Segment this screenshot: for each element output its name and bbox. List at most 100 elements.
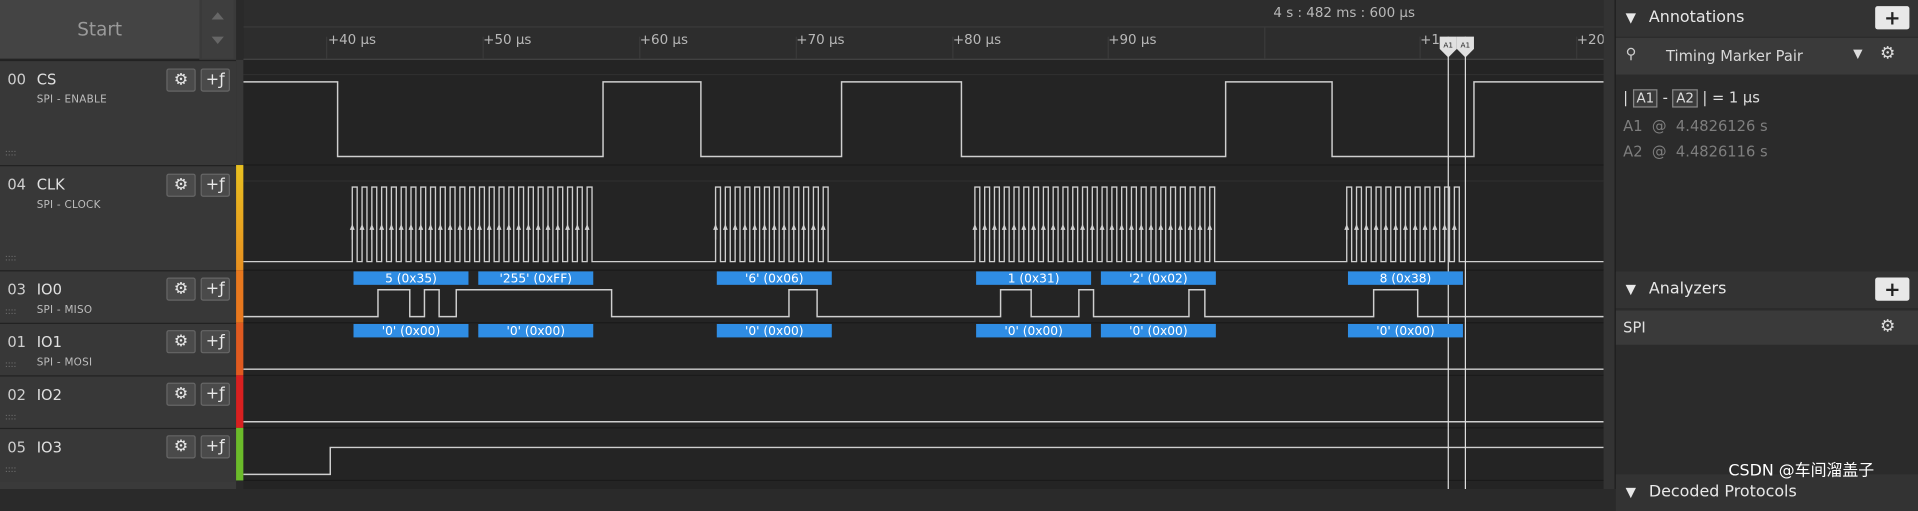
clk-rising-edge-arrow	[359, 223, 365, 230]
clk-rising-edge-arrow	[467, 223, 473, 230]
clk-rising-edge-arrow	[418, 223, 424, 230]
gear-icon[interactable]: ⚙	[166, 330, 196, 354]
channel-name: IO2	[36, 386, 62, 404]
waveform-view[interactable]: 4 s : 482 ms : 600 µs +40 µs +50 µs +60 …	[243, 0, 1605, 489]
clk-rising-edge-arrow	[1344, 223, 1350, 230]
clk-rising-edge-arrow	[713, 223, 719, 230]
miso-decode-label: '255' (0xFF)	[499, 271, 572, 285]
marker-a2-box: A2	[1672, 89, 1698, 108]
clk-rising-edge-arrow	[1031, 223, 1037, 230]
start-button[interactable]: Start	[0, 0, 200, 60]
drag-handle-icon[interactable]: ::::	[5, 413, 27, 422]
scroll-down-icon	[211, 36, 224, 45]
trigger-edge-icon[interactable]: +ƒ	[200, 173, 230, 197]
clk-rising-edge-arrow	[752, 223, 758, 230]
channel-number: 02	[7, 386, 27, 404]
clk-rising-edge-arrow	[1363, 223, 1369, 230]
miso-decode-label: 1 (0x31)	[1008, 271, 1060, 285]
clk-rising-edge-arrow	[762, 223, 767, 230]
clk-rising-edge-arrow	[771, 223, 777, 230]
clk-rising-edge-arrow	[369, 223, 375, 230]
clk-rising-edge-arrow	[1177, 223, 1183, 230]
clk-rising-edge-arrow	[742, 223, 748, 230]
timing-marker-row[interactable]: ⚲ Timing Marker Pair ▼ ⚙	[1615, 37, 1918, 75]
dropdown-icon[interactable]: ▼	[1853, 48, 1862, 61]
channel-row-io1[interactable]: 01 IO1 SPI - MOSI ⚙ +ƒ ::::	[0, 322, 237, 377]
marker-a1-box: A1	[1632, 89, 1658, 108]
gear-icon[interactable]: ⚙	[166, 382, 196, 406]
gear-icon[interactable]: ⚙	[166, 68, 196, 92]
clk-rising-edge-arrow	[1207, 223, 1213, 230]
drag-handle-icon[interactable]: ::::	[5, 307, 27, 316]
clk-rising-edge-arrow	[447, 223, 453, 230]
watermark-text: CSDN @车间溜盖子	[1728, 462, 1875, 481]
clk-rising-edge-arrow	[457, 223, 463, 230]
collapse-triangle-icon[interactable]: ▼	[1626, 281, 1636, 297]
clk-rising-edge-arrow	[1432, 223, 1438, 230]
pin-icon[interactable]: ⚲	[1626, 45, 1637, 62]
drag-handle-icon[interactable]: ::::	[5, 149, 27, 158]
channel-color-io0	[236, 270, 244, 323]
clk-rising-edge-arrow	[486, 223, 492, 230]
vertical-scrollbar[interactable]	[1603, 0, 1615, 489]
gear-icon[interactable]: ⚙	[1880, 317, 1895, 337]
channel-row-io3[interactable]: 05 IO3 ⚙ +ƒ ::::	[0, 427, 237, 482]
clk-rising-edge-arrow	[496, 223, 502, 230]
channel-color-io3	[236, 427, 244, 481]
gear-icon[interactable]: ⚙	[166, 435, 196, 459]
miso-decode-label: 8 (0x38)	[1380, 271, 1432, 285]
clk-rising-edge-arrow	[408, 223, 414, 230]
drag-handle-icon[interactable]: ::::	[5, 360, 27, 369]
collapse-triangle-icon[interactable]: ▼	[1626, 484, 1636, 500]
analyzers-header[interactable]: ▼ Analyzers +	[1615, 271, 1918, 309]
trigger-edge-icon[interactable]: +ƒ	[200, 382, 230, 406]
delta-value: = 1 µs	[1711, 89, 1760, 107]
annotations-header[interactable]: ▼ Annotations +	[1615, 0, 1918, 37]
channel-name: CS	[36, 70, 57, 89]
annotations-title: Annotations	[1648, 8, 1745, 27]
clk-rising-edge-arrow	[1412, 223, 1418, 230]
clk-rising-edge-arrow	[781, 223, 787, 230]
analyzer-row-spi[interactable]: SPI ⚙	[1615, 310, 1918, 345]
gear-icon[interactable]: ⚙	[166, 277, 196, 301]
clk-rising-edge-arrow	[574, 223, 580, 230]
gear-icon[interactable]: ⚙	[166, 173, 196, 197]
trigger-edge-icon[interactable]: +ƒ	[200, 330, 230, 354]
drag-handle-icon[interactable]: ::::	[5, 254, 27, 263]
mosi-decode-label: '0' (0x00)	[382, 324, 440, 338]
channel-panel: Start 00 CS SPI - ENABLE ⚙ +ƒ :::: 04 CL…	[0, 0, 237, 489]
clk-rising-edge-arrow	[1011, 223, 1017, 230]
collapse-triangle-icon[interactable]: ▼	[1626, 10, 1636, 26]
channel-row-io2[interactable]: 02 IO2 ⚙ +ƒ ::::	[0, 375, 237, 430]
channel-scroll[interactable]	[201, 0, 234, 59]
miso-decode-label: 5 (0x35)	[385, 271, 437, 285]
drag-handle-icon[interactable]: ::::	[5, 465, 27, 474]
clk-rising-edge-arrow	[1080, 223, 1085, 230]
mosi-decode-label: '0' (0x00)	[745, 324, 803, 338]
clk-rising-edge-arrow	[477, 223, 482, 230]
timing-marker-label: Timing Marker Pair	[1665, 47, 1803, 65]
channel-number: 00	[7, 70, 27, 89]
channel-subtitle: SPI - MISO	[36, 304, 93, 317]
gear-icon[interactable]: ⚙	[1880, 44, 1895, 64]
waveform-canvas: A1 A1 5 (0x35) '255' (0xFF) '6' (0x06) 1…	[243, 26, 1604, 489]
clk-rising-edge-arrow	[388, 223, 394, 230]
channel-row-cs[interactable]: 00 CS SPI - ENABLE ⚙ +ƒ ::::	[0, 59, 237, 167]
channel-row-io0[interactable]: 03 IO0 SPI - MISO ⚙ +ƒ ::::	[0, 270, 237, 324]
clk-rising-edge-arrow	[437, 223, 443, 230]
clk-rising-edge-arrow	[349, 223, 355, 230]
add-analyzer-button[interactable]: +	[1875, 277, 1910, 301]
clk-rising-edge-arrow	[516, 223, 522, 230]
marker-a2-label: A1	[1461, 41, 1471, 50]
a2-at: @	[1651, 143, 1667, 161]
mosi-decodes: '0' (0x00) '0' (0x00) '0' (0x00) '0' (0x…	[353, 323, 1463, 338]
trigger-edge-icon[interactable]: +ƒ	[200, 277, 230, 301]
add-annotation-button[interactable]: +	[1875, 6, 1910, 30]
a2-value: 4.4826116 s	[1675, 143, 1768, 161]
trigger-edge-icon[interactable]: +ƒ	[200, 435, 230, 459]
analyzer-name: SPI	[1623, 319, 1646, 337]
trigger-edge-icon[interactable]: +ƒ	[200, 68, 230, 92]
clk-rising-edge-arrow	[584, 223, 590, 230]
clk-rising-edge-arrow	[535, 223, 541, 230]
channel-row-clk[interactable]: 04 CLK SPI - CLOCK ⚙ +ƒ ::::	[0, 165, 237, 272]
